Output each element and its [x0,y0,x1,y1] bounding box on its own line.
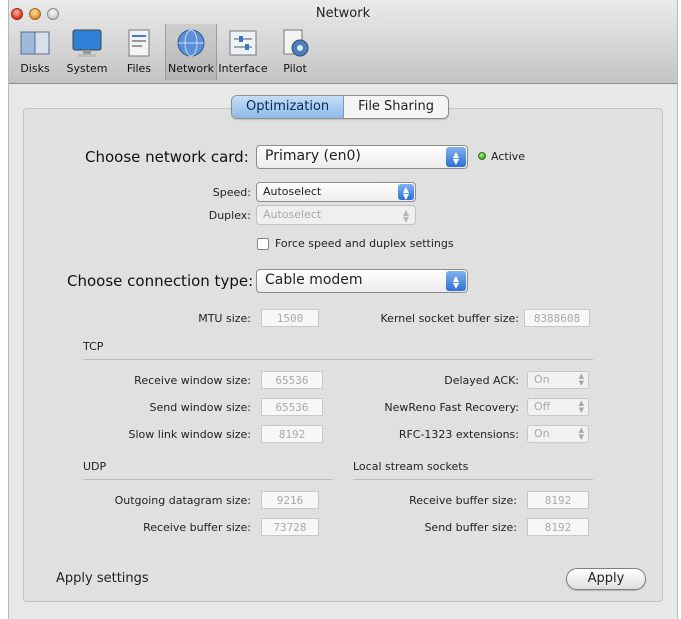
send-window-label: Send window size: [149,401,251,414]
tab-file-sharing[interactable]: File Sharing [344,96,448,118]
pilot-icon [279,28,311,58]
rfc1323-label: RFC-1323 extensions: [398,428,519,441]
rfc1323-popup[interactable]: On ▲ ▼ [527,425,589,443]
stream-receive-buffer-label: Receive buffer size: [409,494,517,507]
popup-arrows-icon: ▲ ▼ [446,147,466,167]
outgoing-datagram-field[interactable]: 9216 [261,491,319,509]
connection-type-label: Choose connection type: [67,272,254,290]
outgoing-datagram-label: Outgoing datagram size: [114,494,251,507]
local-stream-divider [353,479,593,480]
toolbar-disks-label: Disks [20,62,50,75]
apply-button[interactable]: Apply [566,568,646,590]
toolbar-interface-label: Interface [218,62,268,75]
udp-receive-buffer-label: Receive buffer size: [143,521,251,534]
duplex-popup[interactable]: Autoselect ▲ ▼ [256,205,416,225]
network-card-popup[interactable]: Primary (en0) ▲ ▼ [256,145,468,169]
connection-type-popup[interactable]: Cable modem ▲ ▼ [256,269,468,293]
duplex-label: Duplex: [208,209,251,222]
popup-arrows-icon: ▲ ▼ [578,372,584,387]
newreno-label: NewReno Fast Recovery: [384,401,519,414]
connection-type-value: Cable modem [265,272,363,288]
rfc1323-value: On [534,427,550,440]
send-window-field[interactable]: 65536 [261,398,323,416]
delayed-ack-label: Delayed ACK: [444,374,519,387]
network-card-value: Primary (en0) [265,148,361,164]
newreno-value: Off [534,400,551,413]
tcp-divider [83,359,593,360]
udp-divider [83,479,333,480]
receive-window-label: Receive window size: [134,374,251,387]
receive-window-field[interactable]: 65536 [261,371,323,389]
files-icon [123,28,155,58]
network-card-label: Choose network card: [85,148,249,166]
kernel-buffer-label: Kernel socket buffer size: [380,312,519,325]
popup-arrows-icon: ▲ ▼ [398,184,414,201]
delayed-ack-popup[interactable]: On ▲ ▼ [527,371,589,389]
toolbar-files[interactable]: Files [113,24,165,80]
monitor-icon [71,28,103,58]
toolbar-network[interactable]: Network [165,24,217,80]
stream-send-buffer-field[interactable]: 8192 [527,518,589,536]
popup-arrows-icon: ▲ ▼ [578,426,584,441]
popup-arrows-icon: ▲ ▼ [578,399,584,414]
delayed-ack-value: On [534,373,550,386]
window-chrome: Network Disks System Files Network Inter… [9,0,677,84]
local-stream-header: Local stream sockets [353,460,469,473]
toolbar-interface[interactable]: Interface [217,24,269,80]
newreno-popup[interactable]: Off ▲ ▼ [527,398,589,416]
toolbar-files-label: Files [126,62,152,75]
force-speed-label: Force speed and duplex settings [275,237,454,250]
toolbar-system[interactable]: System [61,24,113,80]
toolbar-system-label: System [66,62,108,75]
slow-link-label: Slow link window size: [128,428,251,441]
popup-arrows-icon: ▲ ▼ [402,208,410,224]
duplex-value: Autoselect [263,208,322,221]
toolbar-disks[interactable]: Disks [9,24,61,80]
speed-value: Autoselect [263,185,322,198]
apply-settings-label: Apply settings [56,571,149,586]
stream-send-buffer-label: Send buffer size: [424,521,517,534]
tab-switcher: Optimization File Sharing [231,95,449,119]
interface-sliders-icon [227,28,259,58]
kernel-buffer-field[interactable]: 8388608 [524,309,590,327]
toolbar: Disks System Files Network Interface Pil… [9,24,321,80]
network-status-text: Active [491,150,526,163]
disks-icon [19,28,51,58]
speed-label: Speed: [212,186,251,199]
popup-arrows-icon: ▲ ▼ [446,271,466,291]
slow-link-field[interactable]: 8192 [261,425,323,443]
toolbar-pilot-label: Pilot [283,62,307,75]
tab-optimization[interactable]: Optimization [232,96,345,118]
udp-receive-buffer-field[interactable]: 73728 [261,518,319,536]
force-speed-checkbox[interactable] [257,238,269,250]
window-title: Network [315,6,371,21]
status-led-icon [478,152,486,160]
network-globe-icon [175,28,207,58]
network-window: Network Disks System Files Network Inter… [8,0,678,619]
speed-popup[interactable]: Autoselect ▲ ▼ [256,182,416,202]
toolbar-pilot[interactable]: Pilot [269,24,321,80]
mtu-field[interactable]: 1500 [261,309,319,327]
stream-receive-buffer-field[interactable]: 8192 [527,491,589,509]
mtu-label: MTU size: [198,312,251,325]
tcp-header: TCP [83,340,104,353]
udp-header: UDP [83,460,107,473]
toolbar-network-label: Network [168,62,214,75]
